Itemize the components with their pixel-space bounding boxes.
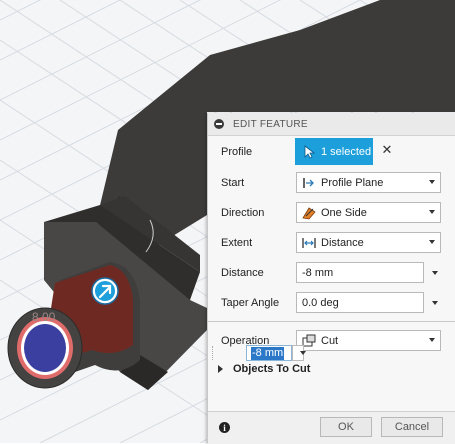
distance-row: Distance -8 mm — [208, 258, 455, 288]
taper-input[interactable]: 0.0 deg — [296, 292, 424, 313]
objects-to-cut-toggle[interactable]: Objects To Cut — [218, 363, 310, 375]
chevron-down-icon — [429, 240, 435, 244]
direction-value: One Side — [321, 206, 367, 219]
direction-row: Direction One Side — [208, 198, 455, 228]
selection-count: 1 selected — [321, 145, 372, 158]
direction-arrow-icon[interactable] — [91, 277, 119, 305]
drag-handle[interactable] — [212, 346, 221, 360]
extent-select[interactable]: Distance — [296, 232, 441, 253]
taper-value: 0.0 deg — [302, 296, 339, 309]
profile-label: Profile — [221, 145, 253, 158]
distance-input[interactable]: -8 mm — [296, 262, 424, 283]
start-select[interactable]: Profile Plane — [296, 172, 441, 193]
dimension-value: -8 mm — [251, 346, 285, 360]
dimension-label: 8.00 — [32, 310, 56, 324]
expand-icon — [218, 365, 223, 373]
direction-label: Direction — [221, 207, 265, 219]
taper-row: Taper Angle 0.0 deg — [208, 288, 455, 318]
chevron-down-icon — [429, 338, 435, 342]
extent-row: Extent Distance — [208, 228, 455, 258]
operation-select[interactable]: Cut — [296, 330, 441, 351]
chevron-down-icon — [300, 351, 306, 355]
collapse-icon[interactable] — [214, 119, 224, 129]
extent-label: Extent — [221, 237, 253, 249]
panel-title: EDIT FEATURE — [233, 118, 308, 130]
profile-selection-button[interactable]: 1 selected — [295, 138, 373, 165]
distance-icon — [302, 236, 316, 250]
distance-value: -8 mm — [302, 266, 334, 279]
start-row: Start Profile Plane — [208, 168, 455, 198]
dimension-value-input[interactable]: -8 mm — [246, 345, 292, 361]
info-icon[interactable]: i — [219, 422, 230, 433]
panel-footer: i OK Cancel — [208, 411, 455, 444]
floating-dimension-input[interactable]: -8 mm — [212, 344, 307, 362]
objects-to-cut-label: Objects To Cut — [233, 363, 311, 375]
edit-feature-panel: EDIT FEATURE Profile 1 selected ✕ Start … — [207, 113, 455, 444]
taper-label: Taper Angle — [221, 297, 280, 309]
cylinder-feature[interactable] — [7, 262, 140, 389]
distance-label: Distance — [221, 267, 264, 279]
cursor-icon — [303, 144, 315, 159]
extent-value: Distance — [321, 236, 364, 249]
direction-select[interactable]: One Side — [296, 202, 441, 223]
section-divider — [208, 321, 455, 322]
chevron-down-icon — [429, 210, 435, 214]
panel-header[interactable]: EDIT FEATURE — [208, 113, 455, 136]
ok-button[interactable]: OK — [320, 417, 372, 437]
chevron-down-icon[interactable] — [432, 301, 438, 305]
chevron-down-icon — [429, 180, 435, 184]
chevron-down-icon[interactable] — [432, 271, 438, 275]
cancel-button[interactable]: Cancel — [381, 417, 443, 437]
start-value: Profile Plane — [321, 176, 384, 189]
one-side-icon — [302, 206, 316, 220]
close-icon[interactable]: ✕ — [380, 142, 394, 157]
profile-plane-icon — [302, 176, 316, 190]
operation-value: Cut — [321, 334, 339, 347]
start-label: Start — [221, 177, 245, 189]
